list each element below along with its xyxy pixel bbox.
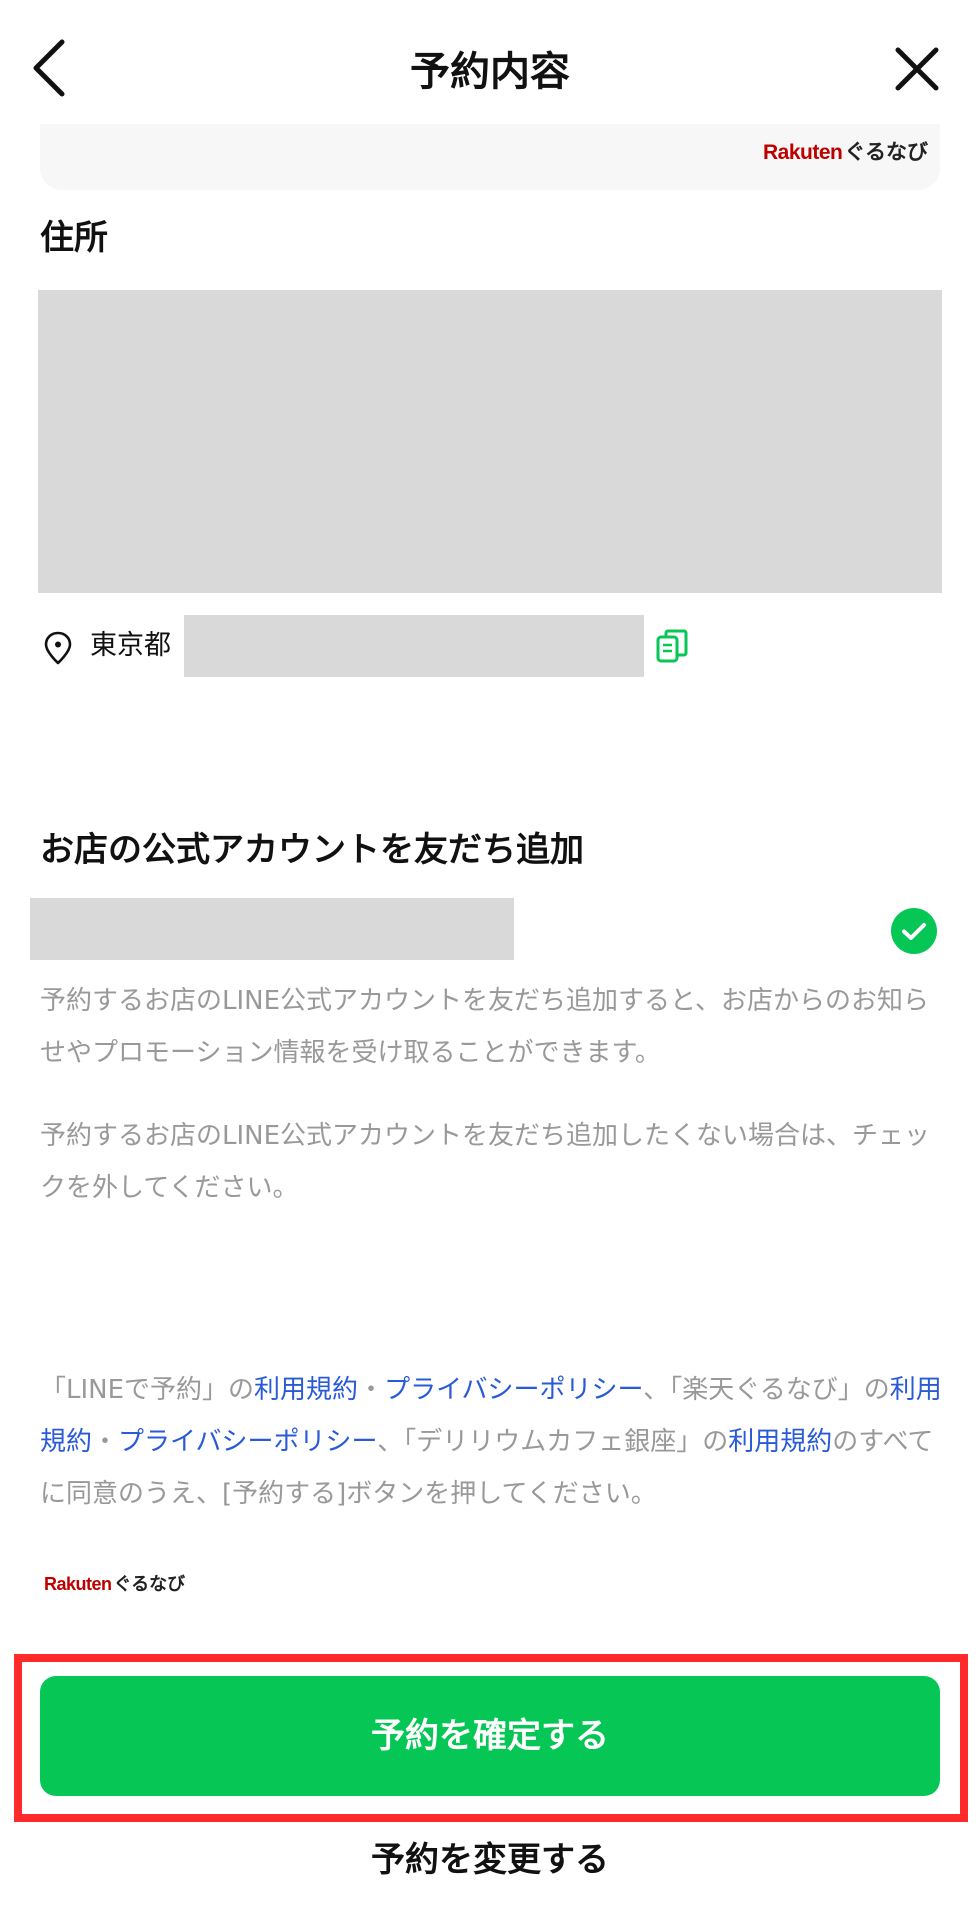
logo-rakuten-text: Rakuten	[44, 1574, 112, 1594]
rakuten-gurunavi-logo: Rakuten ぐるなび	[763, 136, 928, 166]
redacted-account-name	[30, 898, 514, 960]
logo-gurunavi-text: ぐるなび	[844, 140, 928, 164]
header-bar: 予約内容	[0, 0, 980, 120]
map-pin-icon	[44, 631, 72, 665]
copy-icon[interactable]	[655, 628, 689, 664]
change-reservation-button[interactable]: 予約を変更する	[0, 1836, 980, 1884]
friend-add-description: 予約するお店のLINE公式アカウントを友だち追加すると、お店からのお知らせやプロ…	[40, 986, 929, 1068]
terms-agreement-text: 「LINEで予約」の利用規約・プライバシーポリシー、「楽天ぐるなび」の利用規約・…	[40, 1364, 945, 1520]
terms-text: ・	[358, 1375, 385, 1405]
page-title: 予約内容	[410, 49, 570, 95]
redacted-address	[184, 615, 644, 677]
gurunavi-privacy-link[interactable]: プライバシーポリシー	[118, 1427, 377, 1457]
logo-rakuten-text: Rakuten	[763, 141, 843, 164]
check-icon	[902, 923, 926, 940]
terms-text: 、「デリリウムカフェ銀座」の	[377, 1427, 729, 1457]
terms-text: 、「楽天ぐるなび」の	[643, 1375, 890, 1405]
confirm-reservation-button[interactable]: 予約を確定する	[40, 1676, 940, 1796]
line-privacy-link[interactable]: プライバシーポリシー	[384, 1375, 643, 1405]
friend-add-checkbox[interactable]	[891, 908, 937, 954]
redacted-map	[38, 290, 942, 593]
friend-add-optout-note: 予約するお店のLINE公式アカウントを友だち追加したくない場合は、チェックを外し…	[40, 1121, 931, 1203]
address-text: 東京都	[90, 630, 171, 661]
restaurant-terms-link[interactable]: 利用規約	[728, 1427, 832, 1457]
address-title: 住所	[40, 218, 108, 258]
line-terms-link[interactable]: 利用規約	[254, 1375, 358, 1405]
rakuten-gurunavi-logo: Rakuten ぐるなび	[44, 1570, 185, 1596]
logo-gurunavi-text: ぐるなび	[113, 1574, 186, 1595]
close-icon	[895, 47, 939, 91]
close-button[interactable]	[892, 44, 942, 94]
terms-text: ・	[92, 1427, 119, 1457]
terms-text: 「LINEで予約」の	[40, 1375, 255, 1405]
friend-add-title: お店の公式アカウントを友だち追加	[40, 830, 584, 870]
